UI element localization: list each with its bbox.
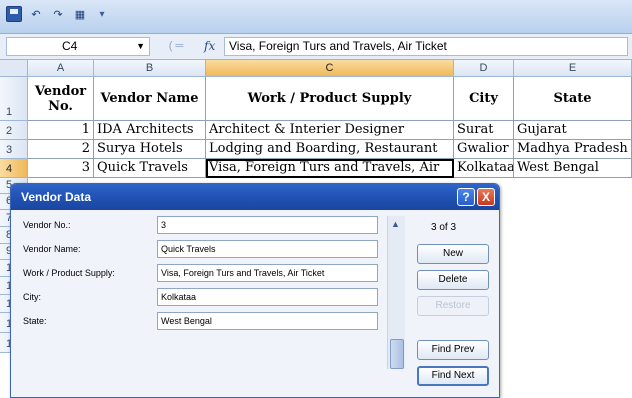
- field-label-state: State:: [23, 316, 47, 326]
- table-cell[interactable]: Lodging and Boarding, Restaurant: [206, 140, 454, 159]
- table-cell[interactable]: Architect & Interier Designer: [206, 121, 454, 140]
- quick-access-toolbar: ↶ ↷ ▦ ▾: [6, 6, 110, 22]
- insert-function-icon[interactable]: fx: [204, 37, 220, 56]
- table-cell[interactable]: Gujarat: [514, 121, 632, 140]
- header-cell-city[interactable]: City: [454, 77, 514, 121]
- row-header-1[interactable]: 1: [0, 77, 28, 121]
- find-next-button[interactable]: Find Next: [417, 366, 489, 386]
- table-cell[interactable]: West Bengal: [514, 159, 632, 178]
- select-all-corner[interactable]: [0, 60, 28, 77]
- name-box-value: C4: [62, 39, 78, 53]
- field-input-vendor-name[interactable]: Quick Travels: [157, 240, 378, 258]
- help-icon[interactable]: ?: [457, 188, 475, 206]
- scroll-thumb[interactable]: [390, 339, 404, 369]
- find-prev-button[interactable]: Find Prev: [417, 340, 489, 360]
- field-label-vendor-name: Vendor Name:: [23, 244, 81, 254]
- dialog-body: Vendor No.: 3 Vendor Name: Quick Travels…: [11, 210, 499, 397]
- delete-button[interactable]: Delete: [417, 270, 489, 290]
- scroll-up-icon[interactable]: ▲: [391, 219, 400, 229]
- table-cell[interactable]: IDA Architects: [94, 121, 206, 140]
- table-cell[interactable]: 2: [28, 140, 94, 159]
- formula-input[interactable]: Visa, Foreign Turs and Travels, Air Tick…: [224, 37, 628, 56]
- field-input-state[interactable]: West Bengal: [157, 312, 378, 330]
- record-scrollbar[interactable]: ▲: [387, 216, 405, 369]
- table-cell[interactable]: Kolkataa: [454, 159, 514, 178]
- row-header-4[interactable]: 4: [0, 159, 28, 178]
- table-cell[interactable]: Quick Travels: [94, 159, 206, 178]
- field-label-city: City:: [23, 292, 41, 302]
- column-header-d[interactable]: D: [454, 60, 514, 77]
- table-cell[interactable]: 1: [28, 121, 94, 140]
- header-cell-vendor-no[interactable]: Vendor No.: [28, 77, 94, 121]
- column-header-b[interactable]: B: [94, 60, 206, 77]
- form-icon[interactable]: ▦: [72, 6, 88, 22]
- selected-cell-c4[interactable]: Visa, Foreign Turs and Travels, Air: [206, 159, 454, 178]
- field-label-work-product: Work / Product Supply:: [23, 268, 115, 278]
- column-header-a[interactable]: A: [28, 60, 94, 77]
- formula-cancel-icon[interactable]: ( ═: [156, 37, 196, 56]
- header-cell-vendor-name[interactable]: Vendor Name: [94, 77, 206, 121]
- save-icon[interactable]: [6, 6, 22, 22]
- dialog-title[interactable]: Vendor Data: [11, 184, 499, 210]
- new-button[interactable]: New: [417, 244, 489, 264]
- undo-icon[interactable]: ↶: [28, 6, 44, 22]
- header-cell-work-product[interactable]: Work / Product Supply: [206, 77, 454, 121]
- table-cell[interactable]: Surat: [454, 121, 514, 140]
- close-icon[interactable]: X: [477, 188, 495, 206]
- name-box[interactable]: C4 ▼: [6, 37, 150, 56]
- column-header-c[interactable]: C: [206, 60, 454, 77]
- formula-bar: C4 ▼ ( ═ fx Visa, Foreign Turs and Trave…: [0, 34, 632, 60]
- column-header-e[interactable]: E: [514, 60, 632, 77]
- header-cell-state[interactable]: State: [514, 77, 632, 121]
- field-input-vendor-no[interactable]: 3: [157, 216, 378, 234]
- table-cell[interactable]: Surya Hotels: [94, 140, 206, 159]
- row-header-3[interactable]: 3: [0, 140, 28, 159]
- field-input-city[interactable]: Kolkataa: [157, 288, 378, 306]
- record-counter: 3 of 3: [431, 222, 457, 233]
- customize-qat-icon[interactable]: ▾: [94, 6, 110, 22]
- row-header-2[interactable]: 2: [0, 121, 28, 140]
- name-box-dropdown-icon[interactable]: ▼: [136, 38, 145, 55]
- field-label-vendor-no: Vendor No.:: [23, 220, 71, 230]
- title-bar: ↶ ↷ ▦ ▾: [0, 0, 632, 34]
- table-cell[interactable]: 3: [28, 159, 94, 178]
- restore-button[interactable]: Restore: [417, 296, 489, 316]
- vendor-data-dialog: Vendor Data ? X Vendor No.: 3 Vendor Nam…: [10, 183, 500, 398]
- redo-icon[interactable]: ↷: [50, 6, 66, 22]
- table-cell[interactable]: Madhya Pradesh: [514, 140, 632, 159]
- field-input-work-product[interactable]: Visa, Foreign Turs and Travels, Air Tick…: [157, 264, 378, 282]
- table-cell[interactable]: Gwalior: [454, 140, 514, 159]
